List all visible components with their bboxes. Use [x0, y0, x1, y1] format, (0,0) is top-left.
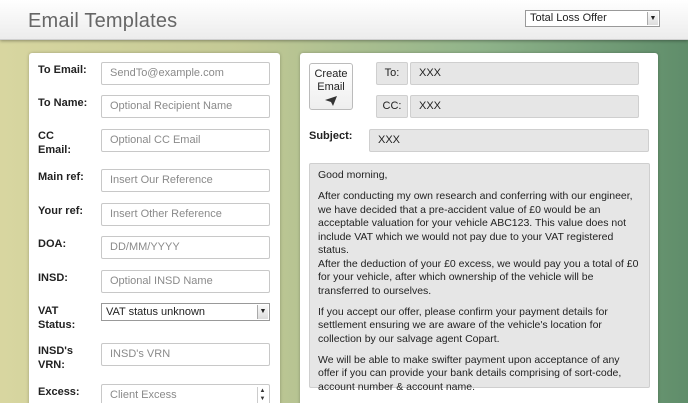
email-preview-panel: Create Email To: XXX CC: XXX Subject: XX… [300, 53, 658, 403]
your-ref-label: Your ref: [38, 205, 84, 217]
vat-status-select[interactable]: VAT status unknown ▼ [101, 303, 270, 321]
app-header: Email Templates Total Loss Offer ▼ [0, 0, 688, 40]
cc-email-input[interactable]: Optional CC Email [101, 129, 270, 152]
vat-status-value: VAT status unknown [106, 306, 206, 318]
page-title: Email Templates [28, 10, 178, 32]
to-name-input[interactable]: Optional Recipient Name [101, 95, 270, 118]
cc-value: XXX [410, 95, 639, 118]
excess-label: Excess: [38, 386, 80, 398]
paper-plane-icon [325, 96, 337, 106]
to-email-input[interactable]: SendTo@example.com [101, 62, 270, 85]
to-label: To: [376, 62, 408, 85]
spinner-arrows-icon[interactable]: ▲ ▼ [257, 387, 267, 403]
body-paragraph: We will be able to make swifter payment … [318, 353, 622, 393]
your-ref-input[interactable]: Insert Other Reference [101, 203, 270, 226]
body-paragraph: If you accept our offer, please confirm … [318, 305, 608, 345]
to-name-label: To Name: [38, 97, 88, 109]
chevron-down-icon: ▼ [257, 305, 268, 319]
doa-label: DOA: [38, 238, 67, 250]
main-ref-label: Main ref: [38, 171, 84, 183]
create-email-label-2: Email [317, 81, 345, 93]
email-form-panel: To Email: SendTo@example.com To Name: Op… [29, 53, 280, 403]
create-email-button[interactable]: Create Email [309, 63, 353, 110]
subject-label: Subject: [309, 130, 353, 142]
template-select[interactable]: Total Loss Offer ▼ [525, 10, 660, 27]
main-ref-input[interactable]: Insert Our Reference [101, 169, 270, 192]
subject-value: XXX [369, 129, 649, 152]
body-paragraph: Good morning, [318, 169, 388, 181]
to-value: XXX [410, 62, 639, 85]
chevron-down-icon: ▼ [647, 12, 658, 25]
create-email-label-1: Create [314, 68, 348, 80]
cc-label: CC: [376, 95, 408, 118]
vat-status-label: VAT Status: [38, 305, 76, 331]
cc-email-label: CC Email: [38, 130, 72, 156]
insd-vrn-input[interactable]: INSD's VRN [101, 343, 270, 366]
template-select-value: Total Loss Offer [530, 12, 607, 24]
insd-label: INSD: [38, 272, 68, 284]
doa-input[interactable]: DD/MM/YYYY [101, 236, 270, 259]
insd-vrn-label: INSD's VRN: [38, 345, 74, 371]
email-body: Good morning, After conducting my own re… [309, 163, 650, 393]
to-email-label: To Email: [38, 64, 87, 76]
insd-input[interactable]: Optional INSD Name [101, 270, 270, 293]
body-paragraph: After conducting my own research and con… [318, 190, 639, 297]
excess-placeholder: Client Excess [110, 389, 177, 401]
excess-input[interactable]: Client Excess ▲ ▼ [101, 384, 270, 403]
